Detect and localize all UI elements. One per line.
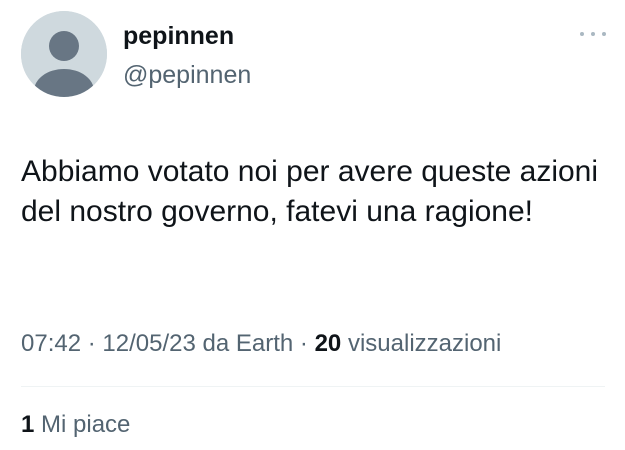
likes-label: Mi piace [41,411,131,438]
likes-count: 1 [21,411,35,438]
more-horizontal-icon [591,32,595,36]
views-count: 20 [314,330,342,357]
more-options-button[interactable] [580,26,606,42]
tweet-meta: 07:42 · 12/05/23 da Earth · 20 visualizz… [21,332,501,356]
meta-separator: · [87,330,96,357]
avatar[interactable] [21,11,107,97]
tweet-source: da Earth [202,330,294,357]
views-label: visualizzazioni [347,330,502,357]
tweet-time[interactable]: 07:42 [21,330,81,357]
more-horizontal-icon [580,32,584,36]
author-display-name[interactable]: pepinnen [123,24,234,49]
more-horizontal-icon [602,32,606,36]
meta-separator: · [299,330,308,357]
default-avatar-icon [21,11,107,97]
author-handle[interactable]: @pepinnen [123,63,251,88]
tweet-text: Abbiamo votato noi per avere queste azio… [21,155,599,228]
tweet-date[interactable]: 12/05/23 [102,330,195,357]
divider [21,386,605,387]
likes-link[interactable]: 1 Mi piace [21,413,130,437]
